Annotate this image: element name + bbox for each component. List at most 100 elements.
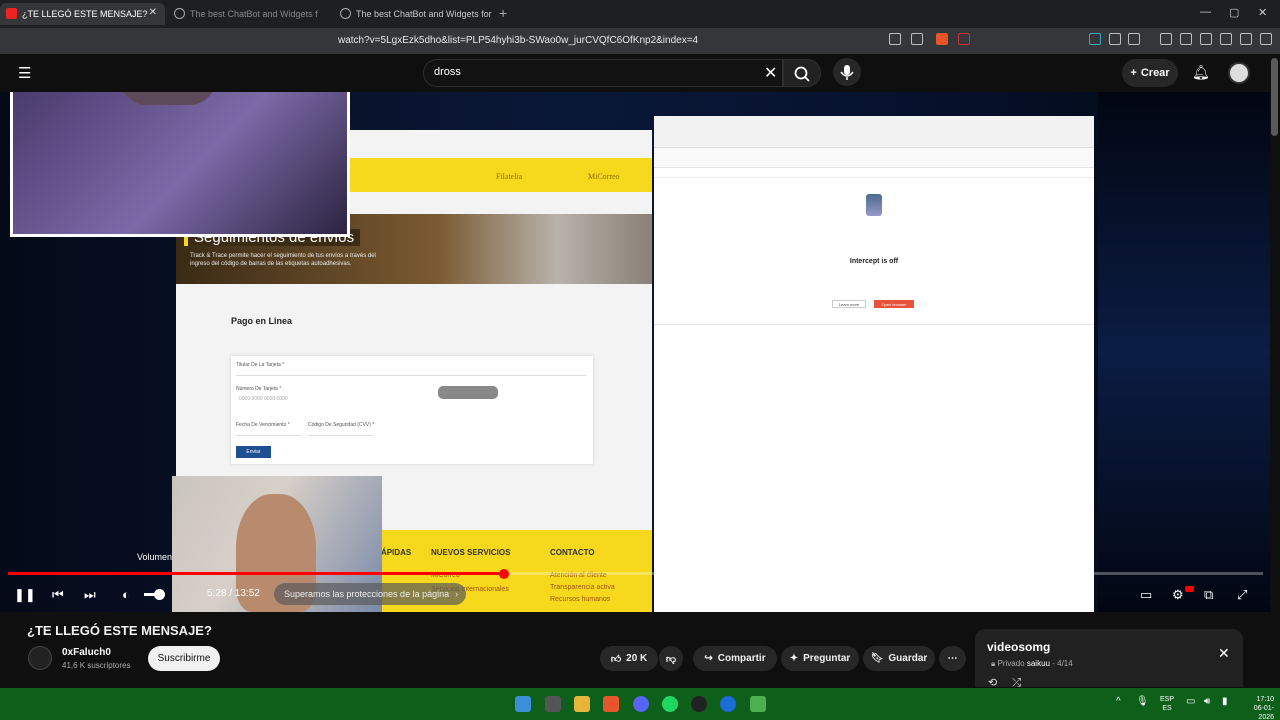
url-field[interactable]: watch?v=5LgxEzk5dho&list=PLP54hyhi3b-SWa… — [338, 35, 698, 46]
save-label: Guardar — [888, 653, 928, 664]
dislike-button[interactable]: 👎︎ — [659, 646, 683, 671]
language-indicator[interactable]: ESP ES — [1160, 695, 1174, 713]
leo-icon[interactable] — [1220, 33, 1232, 45]
brave-browser-icon[interactable] — [603, 696, 619, 712]
create-button[interactable]: + Crear — [1122, 59, 1178, 87]
vpn-icon[interactable] — [1240, 33, 1252, 45]
translate-icon[interactable] — [1089, 33, 1101, 45]
save-button[interactable]: 🔖︎ Guardar — [863, 646, 935, 671]
footer-item: Recursos humanos — [550, 596, 611, 603]
previous-icon[interactable]: ⏮︎ — [52, 587, 64, 603]
burp-divider — [654, 324, 1094, 325]
minimize-icon[interactable]: — — [1200, 6, 1211, 18]
close-tab-icon[interactable]: ✕ — [149, 7, 157, 18]
playlist-privacy: Privado — [997, 659, 1025, 668]
share-icon[interactable] — [911, 33, 923, 45]
open-browser-button: Open browser — [874, 300, 914, 308]
burp-toolbar — [654, 148, 1094, 168]
spotify-icon[interactable] — [662, 696, 678, 712]
like-button[interactable]: 👍︎ 20 K — [600, 646, 658, 671]
channel-name[interactable]: 0xFaluch0 — [62, 647, 111, 658]
burp-suite-screenshot: Intercept is off Learn more Open browser — [654, 116, 1094, 612]
clear-search-icon[interactable]: ✕ — [764, 63, 777, 83]
progress-scrubber[interactable] — [499, 569, 509, 579]
microphone-tray-icon[interactable]: 🎙︎ — [1136, 696, 1149, 707]
tab-active[interactable]: ¿TE LLEGÓ ESTE MENSAJE? ✕ — [0, 3, 165, 25]
obs-icon[interactable] — [691, 696, 707, 712]
file-explorer-icon[interactable] — [574, 696, 590, 712]
thumbs-down-icon: 👎︎ — [665, 653, 677, 665]
cast-icon[interactable] — [889, 33, 901, 45]
rewards-icon[interactable] — [958, 33, 970, 45]
speaker-icon[interactable]: 🔊︎ — [1204, 696, 1210, 707]
notifications-bell-icon[interactable]: 🔔︎ — [1192, 64, 1210, 81]
media-icon[interactable] — [1160, 33, 1172, 45]
minecraft-icon[interactable] — [750, 696, 766, 712]
hamburger-menu-icon[interactable]: ☰ — [18, 64, 31, 82]
video-player[interactable]: Filatelia MiCorreo Seguimientos de envío… — [0, 92, 1270, 612]
tray-chevron-icon[interactable]: ^ — [1116, 696, 1121, 707]
subtitles-icon[interactable]: ▭ — [1140, 587, 1152, 603]
footer-head-servicios: NUEVOS SERVICIOS — [431, 548, 511, 557]
holder-field — [236, 368, 586, 376]
steam-icon[interactable] — [720, 696, 736, 712]
volume-knob[interactable] — [154, 589, 165, 600]
neon-wall — [1098, 92, 1270, 612]
volume-icon[interactable]: ◐ — [122, 587, 130, 602]
miniplayer-icon[interactable]: ⧉ — [1204, 587, 1213, 603]
streamer-webcam-overlay — [10, 92, 350, 237]
search-input[interactable]: dross — [434, 66, 461, 78]
close-window-icon[interactable]: ✕ — [1258, 6, 1267, 19]
task-view-icon[interactable] — [545, 696, 561, 712]
create-label: Crear — [1140, 67, 1170, 79]
account-avatar[interactable] — [1228, 62, 1250, 84]
tab-chatbot-1[interactable]: The best ChatBot and Widgets for Ki — [168, 3, 318, 25]
next-icon[interactable]: ⏭︎ — [84, 587, 96, 603]
footer-item: Transparencia activa — [550, 584, 615, 591]
search-button[interactable] — [783, 59, 821, 87]
search-box[interactable] — [423, 59, 783, 87]
banner-subtitle: Track & Trace permite hacer el seguimien… — [190, 253, 376, 267]
settings-gear-icon[interactable]: ⚙︎ — [1172, 587, 1184, 603]
page-scrollbar[interactable] — [1271, 58, 1278, 136]
new-tab-button[interactable]: + — [499, 5, 507, 21]
wallet-2-icon[interactable] — [1200, 33, 1212, 45]
ask-label: Preguntar — [803, 653, 851, 664]
burp-tab-bar — [654, 116, 1094, 148]
more-actions-button[interactable]: ⋯ — [939, 646, 966, 671]
playlist-owner[interactable]: saikuu — [1027, 659, 1050, 668]
clock[interactable]: 17:10 06-01-2026 — [1240, 695, 1274, 720]
subscribe-button[interactable]: Suscribirme — [148, 646, 220, 671]
maximize-icon[interactable]: ▢ — [1229, 6, 1239, 19]
windows-start-icon[interactable] — [515, 696, 531, 712]
ask-button[interactable]: ✦ Preguntar — [781, 646, 859, 671]
lock-icon: 🔒︎ — [991, 659, 996, 668]
plus-icon: + — [1130, 67, 1137, 79]
like-count: 20 K — [626, 653, 648, 664]
channel-avatar[interactable] — [28, 646, 52, 670]
globe-icon — [174, 8, 185, 19]
network-icon[interactable]: ▭ — [1186, 696, 1195, 707]
menu-icon[interactable] — [1260, 33, 1272, 45]
battery-icon[interactable]: ▮ — [1222, 696, 1228, 707]
search-icon — [794, 66, 810, 82]
chapter-button[interactable]: Superamos las protecciones de la página … — [274, 583, 466, 605]
time-display: 5:28 / 13:52 — [207, 588, 260, 599]
playlist-title[interactable]: videosomg — [987, 640, 1050, 654]
clock-time: 17:10 — [1256, 696, 1274, 703]
sidebar-icon[interactable] — [1180, 33, 1192, 45]
progress-played — [8, 572, 504, 575]
learn-more-button: Learn more — [832, 300, 866, 308]
share-button[interactable]: ↪ Compartir — [693, 646, 777, 671]
close-playlist-icon[interactable]: ✕ — [1218, 645, 1230, 662]
more-dots-icon: ⋯ — [947, 653, 958, 664]
pause-icon[interactable]: ❚❚ — [14, 587, 36, 603]
discord-icon[interactable] — [633, 696, 649, 712]
brave-shield-icon[interactable] — [936, 33, 948, 45]
voice-search-button[interactable] — [833, 58, 861, 86]
wallet-icon[interactable] — [1128, 33, 1140, 45]
browser-tab-strip: ¿TE LLEGÓ ESTE MENSAJE? ✕ The best ChatB… — [0, 0, 1280, 28]
tab-chatbot-2[interactable]: The best ChatBot and Widgets for Ki — [334, 3, 494, 25]
extensions-icon[interactable] — [1109, 33, 1121, 45]
fullscreen-icon[interactable]: ⤢ — [1237, 587, 1247, 603]
